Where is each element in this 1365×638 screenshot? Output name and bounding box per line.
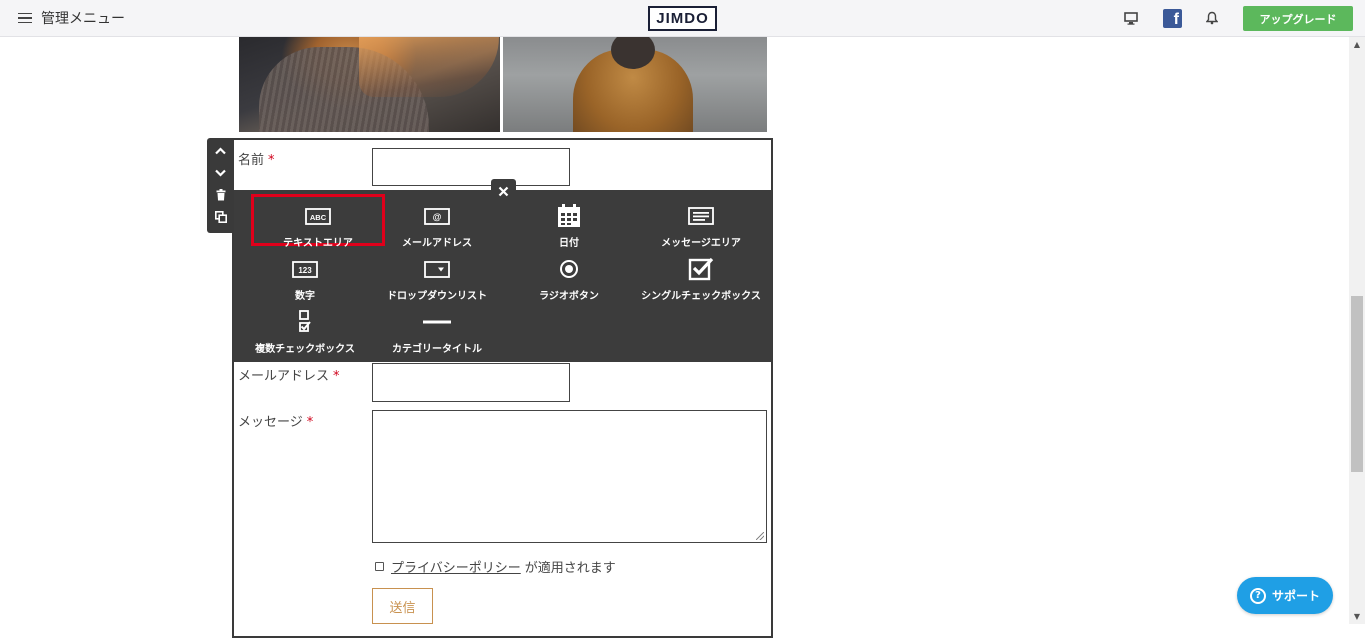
gallery-photo-coat: [503, 37, 767, 132]
field-type-multi-checkbox[interactable]: 複数チェックボックス: [238, 300, 372, 355]
dropdown-icon: [370, 257, 504, 281]
field-type-number[interactable]: 123 数字: [238, 247, 372, 302]
svg-text:@: @: [433, 212, 442, 222]
close-icon: [498, 186, 509, 196]
support-label: サポート: [1271, 589, 1320, 603]
jimdo-logo[interactable]: JIMDO: [648, 6, 717, 31]
field-type-email[interactable]: @ メールアドレス: [370, 194, 504, 249]
privacy-checkbox[interactable]: [375, 562, 384, 571]
svg-text:ABC: ABC: [310, 213, 327, 222]
privacy-policy-link[interactable]: プライバシーポリシー: [391, 557, 521, 576]
submit-button[interactable]: 送信: [372, 588, 433, 624]
admin-menu-button[interactable]: 管理メニュー: [18, 8, 125, 28]
block-edit-toolbar: [207, 138, 234, 233]
scroll-up-arrow[interactable]: ▲: [1349, 37, 1365, 51]
privacy-consent: プライバシーポリシー が適用されます: [375, 557, 616, 576]
scrollbar-thumb[interactable]: [1351, 296, 1363, 472]
top-bar: 管理メニュー JIMDO f アップグレード: [0, 0, 1365, 37]
picker-close-button[interactable]: [491, 179, 516, 203]
monitor-icon[interactable]: [1122, 9, 1140, 27]
move-up-icon[interactable]: [207, 140, 234, 162]
category-line-icon: [370, 310, 504, 334]
radio-icon: [502, 257, 636, 281]
move-down-icon[interactable]: [207, 162, 234, 184]
message-area-icon: [634, 204, 768, 228]
help-icon: ?: [1249, 587, 1266, 604]
privacy-suffix: が適用されます: [524, 561, 616, 576]
number-123-icon: 123: [238, 257, 372, 281]
abc-text-icon: ABC: [251, 204, 385, 228]
name-input[interactable]: [372, 148, 570, 186]
message-textarea[interactable]: [372, 410, 767, 543]
trash-icon[interactable]: [207, 184, 234, 206]
upgrade-button[interactable]: アップグレード: [1243, 6, 1353, 31]
admin-menu-label: 管理メニュー: [41, 11, 125, 27]
multi-checkbox-icon: [238, 310, 372, 334]
calendar-icon: [502, 204, 636, 228]
name-label: 名前 *: [238, 153, 275, 168]
field-type-category-title[interactable]: カテゴリータイトル: [370, 300, 504, 355]
checkbox-checked-icon: [634, 257, 768, 281]
field-type-radio[interactable]: ラジオボタン: [502, 247, 636, 302]
field-type-single-checkbox[interactable]: シングルチェックボックス: [634, 247, 768, 302]
copy-icon[interactable]: [207, 206, 234, 228]
at-email-icon: @: [370, 204, 504, 228]
svg-text:123: 123: [298, 266, 312, 275]
facebook-icon[interactable]: f: [1163, 9, 1182, 28]
support-button[interactable]: ? サポート: [1237, 577, 1333, 614]
field-type-textarea[interactable]: ABC テキストエリア: [251, 194, 385, 249]
message-label: メッセージ *: [238, 415, 314, 430]
hamburger-icon: [18, 12, 32, 24]
field-type-date[interactable]: 日付: [502, 194, 636, 249]
field-type-message-area[interactable]: メッセージエリア: [634, 194, 768, 249]
bell-icon[interactable]: [1203, 9, 1221, 27]
field-type-dropdown[interactable]: ドロップダウンリスト: [370, 247, 504, 302]
scroll-down-arrow[interactable]: ▼: [1349, 608, 1365, 624]
resize-handle[interactable]: [756, 532, 764, 540]
email-label: メールアドレス *: [238, 369, 340, 384]
field-type-picker: ABC テキストエリア @ メールアドレス 日付 メッセージエリア 123 数字…: [234, 190, 772, 362]
email-input[interactable]: [372, 363, 570, 402]
gallery-photo-hair: [239, 37, 500, 132]
